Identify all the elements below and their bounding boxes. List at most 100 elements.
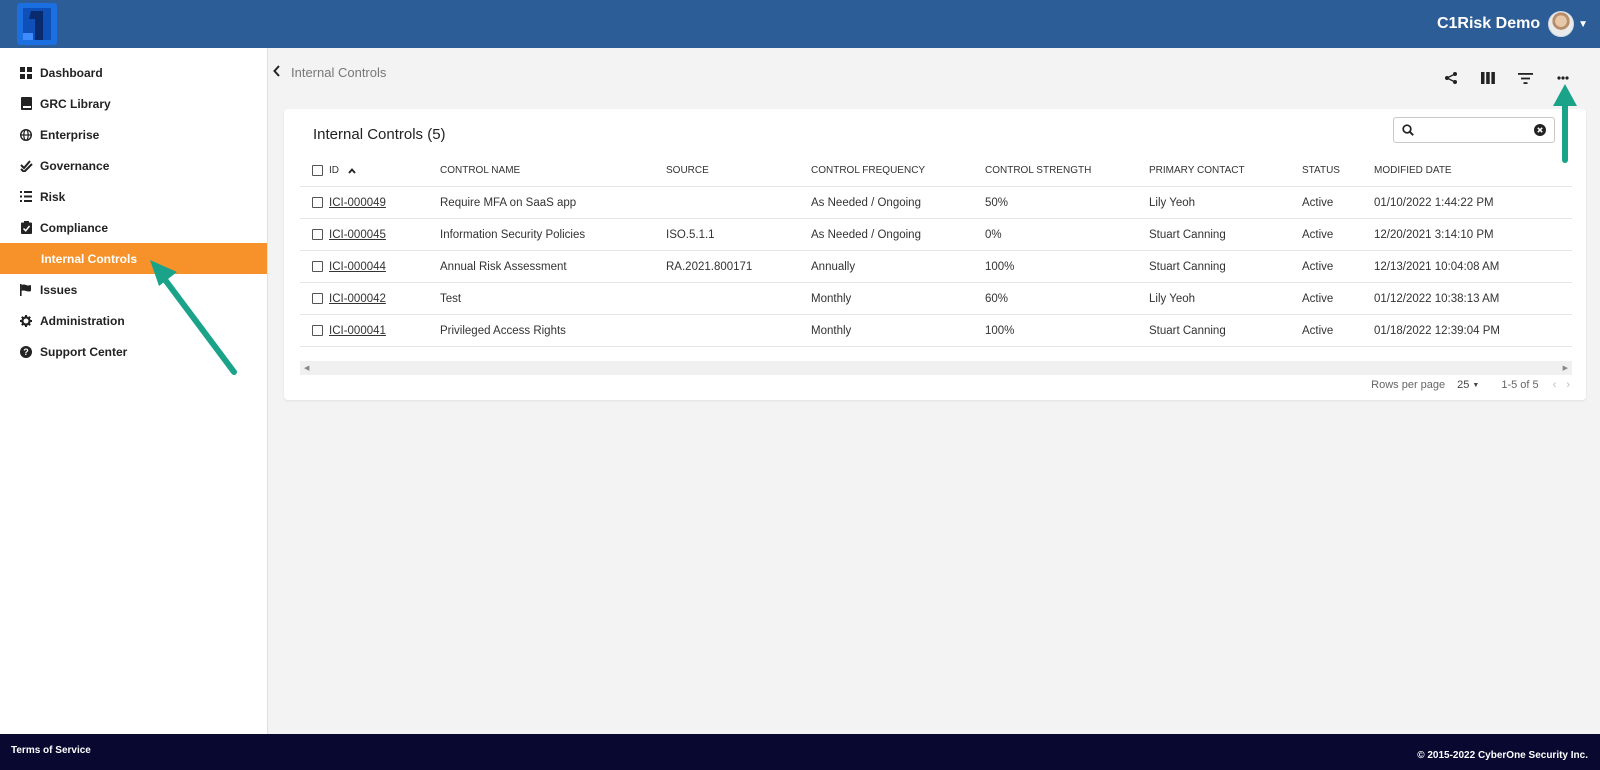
control-name-cell: Information Security Policies xyxy=(440,228,586,241)
table-row[interactable]: ICI-000049 Require MFA on SaaS app As Ne… xyxy=(300,187,1572,219)
footer: Terms of Service © 2015-2022 CyberOne Se… xyxy=(0,734,1600,770)
column-header-status[interactable]: STATUS xyxy=(1302,155,1340,186)
sidebar-item-support-center[interactable]: ? Support Center xyxy=(0,336,267,367)
sort-ascending-icon[interactable] xyxy=(348,167,356,174)
frequency-cell: As Needed / Ongoing xyxy=(811,196,921,209)
card-title: Internal Controls (5) xyxy=(313,126,446,143)
clipboard-check-icon xyxy=(19,221,33,235)
sidebar-item-grc-library[interactable]: GRC Library xyxy=(0,88,267,119)
sidebar-item-label: GRC Library xyxy=(40,96,111,111)
gear-icon xyxy=(19,314,33,328)
control-id-link[interactable]: ICI-000042 xyxy=(329,293,386,305)
column-header-control-frequency[interactable]: CONTROL FREQUENCY xyxy=(811,155,925,186)
rows-per-page-value[interactable]: 25 xyxy=(1457,379,1469,391)
sidebar-item-risk[interactable]: Risk xyxy=(0,181,267,212)
breadcrumb: Internal Controls xyxy=(291,65,387,80)
sidebar-item-dashboard[interactable]: Dashboard xyxy=(0,57,267,88)
columns-button[interactable] xyxy=(1476,66,1500,90)
id-cell: ICI-000041 xyxy=(312,315,386,346)
control-name-cell: Require MFA on SaaS app xyxy=(440,196,577,209)
sidebar-item-enterprise[interactable]: Enterprise xyxy=(0,119,267,150)
user-name[interactable]: C1Risk Demo xyxy=(1437,15,1540,33)
back-button[interactable] xyxy=(270,63,284,79)
control-id-link[interactable]: ICI-000049 xyxy=(329,197,386,209)
modified-date-cell: 01/10/2022 1:44:22 PM xyxy=(1374,196,1494,209)
clear-search-icon[interactable] xyxy=(1534,124,1546,136)
status-cell: Active xyxy=(1302,292,1334,305)
app-logo[interactable] xyxy=(17,3,57,45)
table-row[interactable]: ICI-000044 Annual Risk Assessment RA.202… xyxy=(300,251,1572,283)
sidebar-item-label: Compliance xyxy=(40,220,109,235)
chevron-down-icon[interactable]: ▼ xyxy=(1578,19,1588,30)
row-checkbox[interactable] xyxy=(312,293,323,304)
next-page-icon[interactable]: › xyxy=(1566,379,1570,391)
copyright-text: © 2015-2022 CyberOne Security Inc. xyxy=(1417,750,1588,761)
column-header-id[interactable]: ID xyxy=(329,165,339,176)
source-cell: ISO.5.1.1 xyxy=(666,228,715,241)
sidebar-item-administration[interactable]: Administration xyxy=(0,305,267,336)
column-header-primary-contact[interactable]: PRIMARY CONTACT xyxy=(1149,155,1245,186)
status-cell: Active xyxy=(1302,196,1334,209)
user-menu[interactable]: C1Risk Demo ▼ xyxy=(1437,0,1588,48)
modified-date-cell: 12/20/2021 3:14:10 PM xyxy=(1374,228,1494,241)
table-header-cell-id[interactable]: ID xyxy=(312,155,356,186)
sidebar-item-internal-controls[interactable]: Internal Controls xyxy=(0,243,267,274)
strength-cell: 60% xyxy=(985,292,1009,305)
horizontal-scrollbar[interactable]: ◀ ▶ xyxy=(300,361,1572,375)
sidebar-item-label: Dashboard xyxy=(40,65,103,80)
source-cell: RA.2021.800171 xyxy=(666,260,753,273)
row-checkbox[interactable] xyxy=(312,229,323,240)
row-checkbox[interactable] xyxy=(312,197,323,208)
select-all-checkbox[interactable] xyxy=(312,165,323,176)
control-id-link[interactable]: ICI-000045 xyxy=(329,229,386,241)
question-circle-icon: ? xyxy=(19,345,33,359)
control-name-cell: Test xyxy=(440,292,462,305)
terms-of-service-link[interactable]: Terms of Service xyxy=(11,745,91,756)
list-icon xyxy=(19,190,33,204)
caret-down-icon[interactable]: ▼ xyxy=(1472,382,1479,389)
search-box[interactable] xyxy=(1393,117,1555,143)
search-input[interactable] xyxy=(1420,123,1534,137)
flag-icon xyxy=(19,283,33,297)
column-header-control-strength[interactable]: CONTROL STRENGTH xyxy=(985,155,1091,186)
id-cell: ICI-000049 xyxy=(312,187,386,218)
column-header-control-name[interactable]: CONTROL NAME xyxy=(440,155,520,186)
book-icon xyxy=(19,97,33,111)
table-row[interactable]: ICI-000045 Information Security Policies… xyxy=(300,219,1572,251)
rows-per-page-select[interactable]: 25 ▼ xyxy=(1457,379,1479,391)
table-row[interactable]: ICI-000042 Test Monthly 60% Lily Yeoh Ac… xyxy=(300,283,1572,315)
row-checkbox[interactable] xyxy=(312,261,323,272)
avatar[interactable] xyxy=(1548,11,1575,37)
strength-cell: 100% xyxy=(985,260,1015,273)
scroll-right-icon[interactable]: ▶ xyxy=(1563,364,1568,372)
frequency-cell: Annually xyxy=(811,260,856,273)
grid-icon xyxy=(19,66,33,80)
column-header-modified-date[interactable]: MODIFIED DATE xyxy=(1374,155,1452,186)
internal-controls-card: Internal Controls (5) ID CONTROL NAME SO… xyxy=(284,109,1586,400)
sidebar-item-label: Administration xyxy=(40,313,125,328)
table-header-row: ID CONTROL NAME SOURCE CONTROL FREQUENCY… xyxy=(300,155,1572,187)
column-header-source[interactable]: SOURCE xyxy=(666,155,709,186)
modified-date-cell: 12/13/2021 10:04:08 AM xyxy=(1374,260,1500,273)
sidebar-item-issues[interactable]: Issues xyxy=(0,274,267,305)
sidebar-item-label: Support Center xyxy=(40,344,128,359)
contact-cell: Lily Yeoh xyxy=(1149,196,1196,209)
previous-page-icon[interactable]: ‹ xyxy=(1553,379,1557,391)
more-options-button[interactable] xyxy=(1551,66,1575,90)
share-button[interactable] xyxy=(1439,66,1463,90)
sidebar-item-compliance[interactable]: Compliance xyxy=(0,212,267,243)
control-id-link[interactable]: ICI-000041 xyxy=(329,325,386,337)
filter-icon xyxy=(1517,72,1533,84)
status-cell: Active xyxy=(1302,228,1334,241)
sidebar-item-governance[interactable]: Governance xyxy=(0,150,267,181)
row-checkbox[interactable] xyxy=(312,325,323,336)
scroll-left-icon[interactable]: ◀ xyxy=(304,364,309,372)
filter-button[interactable] xyxy=(1513,66,1537,90)
contact-cell: Stuart Canning xyxy=(1149,324,1226,337)
rows-per-page-label: Rows per page xyxy=(1371,379,1446,391)
table-row[interactable]: ICI-000041 Privileged Access Rights Mont… xyxy=(300,315,1572,347)
contact-cell: Stuart Canning xyxy=(1149,228,1226,241)
modified-date-cell: 01/12/2022 10:38:13 AM xyxy=(1374,292,1500,305)
contact-cell: Lily Yeoh xyxy=(1149,292,1196,305)
control-id-link[interactable]: ICI-000044 xyxy=(329,261,386,273)
